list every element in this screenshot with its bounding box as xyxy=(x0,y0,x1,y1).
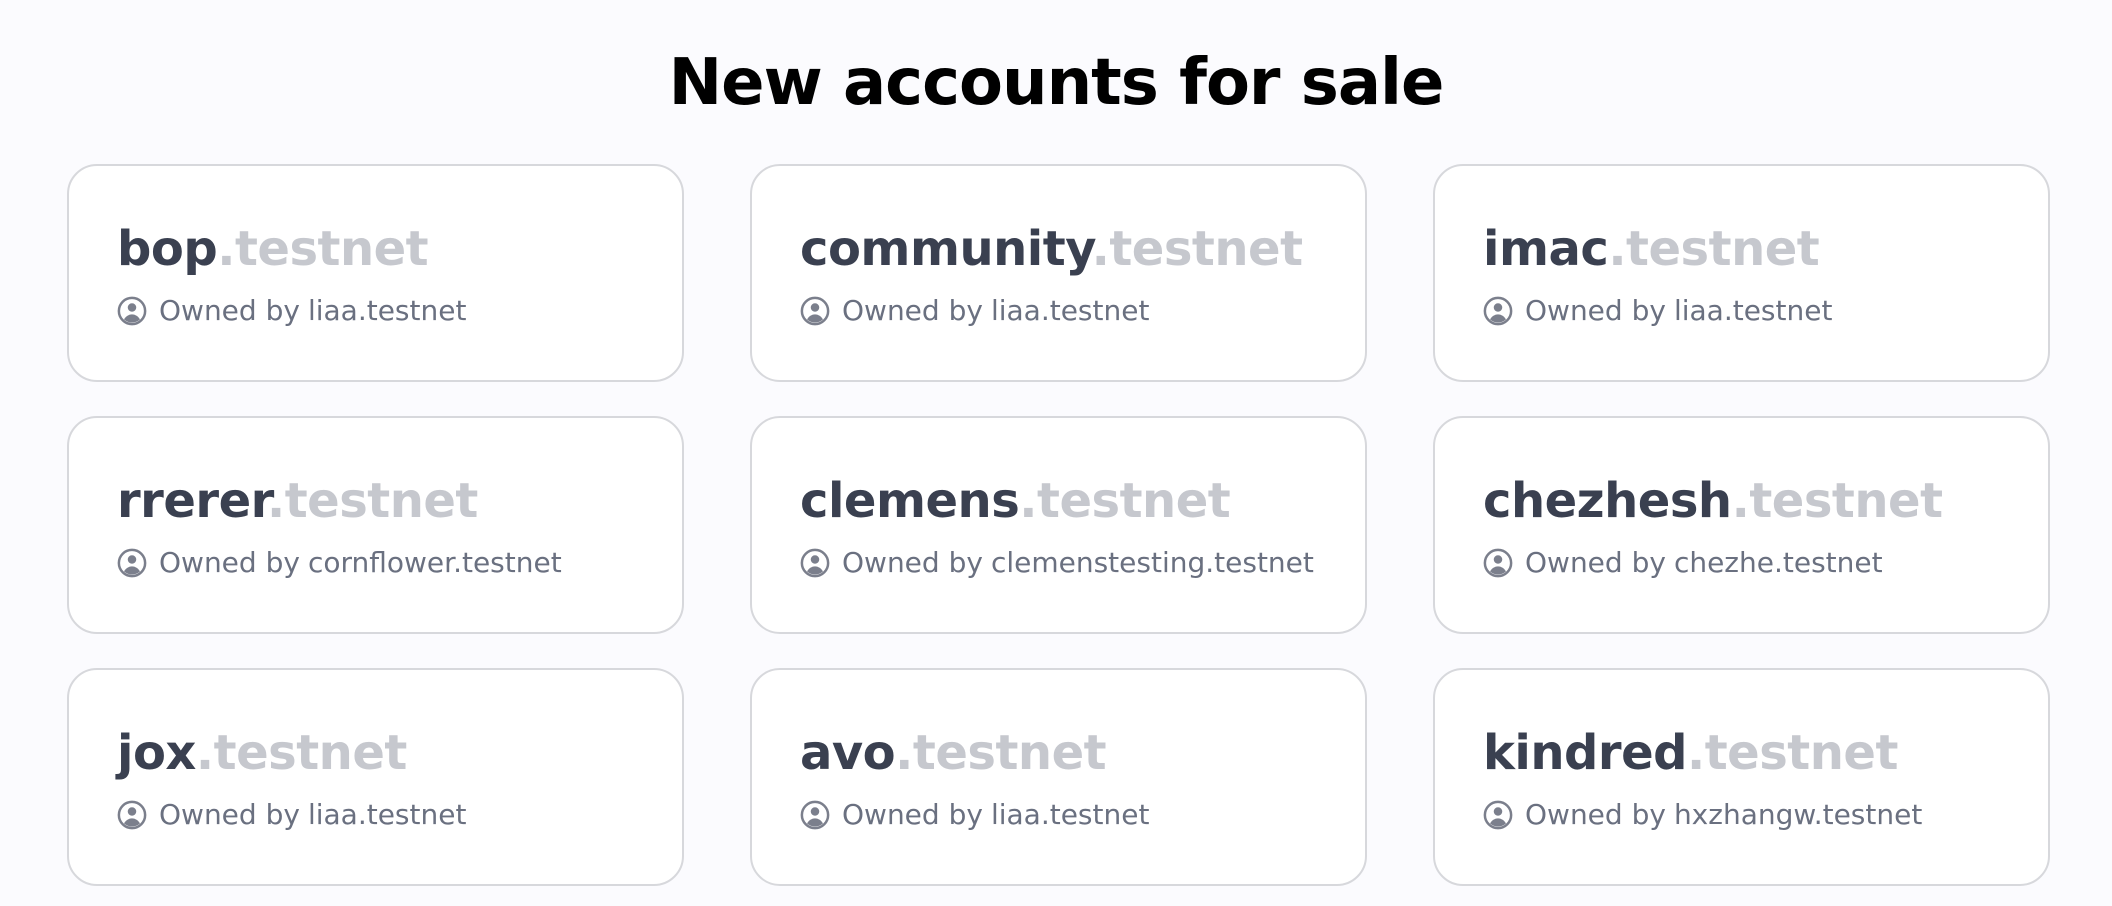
user-circle-icon xyxy=(1483,800,1513,830)
user-circle-icon xyxy=(117,548,147,578)
account-card-imac[interactable]: imac.testnet Owned by liaa.testnet xyxy=(1433,164,2050,382)
account-card-community[interactable]: community.testnet Owned by liaa.testnet xyxy=(750,164,1367,382)
account-name: rrerer.testnet xyxy=(117,472,634,530)
owner-label: Owned by xyxy=(1525,798,1666,831)
accounts-for-sale-page: New accounts for sale bop.testnet Owned … xyxy=(0,0,2112,906)
user-circle-icon xyxy=(1483,296,1513,326)
account-name-suffix: .testnet xyxy=(895,725,1107,781)
account-name: chezhesh.testnet xyxy=(1483,472,2000,530)
owner-name: liaa.testnet xyxy=(1673,294,1833,327)
account-name-suffix: .testnet xyxy=(217,221,429,277)
owner-name: liaa.testnet xyxy=(990,294,1150,327)
page-title: New accounts for sale xyxy=(668,46,1445,120)
account-name-suffix: .testnet xyxy=(1091,221,1303,277)
owner-name: liaa.testnet xyxy=(307,798,467,831)
account-card-rrerer[interactable]: rrerer.testnet Owned by cornflower.testn… xyxy=(67,416,684,634)
account-name-base: community xyxy=(800,221,1092,277)
account-card-bop[interactable]: bop.testnet Owned by liaa.testnet xyxy=(67,164,684,382)
owner-label: Owned by xyxy=(159,798,300,831)
owner-line: Owned by liaa.testnet xyxy=(1483,292,2000,330)
account-name: bop.testnet xyxy=(117,220,634,278)
owner-name: cornflower.testnet xyxy=(307,546,562,579)
owner-line: Owned by hxzhangw.testnet xyxy=(1483,796,2000,834)
account-name: avo.testnet xyxy=(800,724,1317,782)
account-card-chezhesh[interactable]: chezhesh.testnet Owned by chezhe.testnet xyxy=(1433,416,2050,634)
account-name: kindred.testnet xyxy=(1483,724,2000,782)
account-card-jox[interactable]: jox.testnet Owned by liaa.testnet xyxy=(67,668,684,886)
owner-line: Owned by liaa.testnet xyxy=(800,796,1317,834)
owner-label: Owned by xyxy=(842,294,983,327)
owner-name: liaa.testnet xyxy=(307,294,467,327)
accounts-grid: bop.testnet Owned by liaa.testnet commun… xyxy=(67,164,2050,886)
account-card-clemens[interactable]: clemens.testnet Owned by clemenstesting.… xyxy=(750,416,1367,634)
account-name-suffix: .testnet xyxy=(266,473,478,529)
owner-line: Owned by liaa.testnet xyxy=(117,292,634,330)
account-name-base: avo xyxy=(800,725,896,781)
account-name-base: imac xyxy=(1483,221,1609,277)
owner-name: liaa.testnet xyxy=(990,798,1150,831)
owner-line: Owned by cornflower.testnet xyxy=(117,544,634,582)
account-name-suffix: .testnet xyxy=(195,725,407,781)
account-name-base: clemens xyxy=(800,473,1020,529)
owner-label: Owned by xyxy=(842,798,983,831)
account-card-avo[interactable]: avo.testnet Owned by liaa.testnet xyxy=(750,668,1367,886)
user-circle-icon xyxy=(1483,548,1513,578)
account-name: imac.testnet xyxy=(1483,220,2000,278)
owner-name: chezhe.testnet xyxy=(1673,546,1883,579)
user-circle-icon xyxy=(800,800,830,830)
user-circle-icon xyxy=(800,296,830,326)
owner-line: Owned by liaa.testnet xyxy=(800,292,1317,330)
owner-label: Owned by xyxy=(1525,294,1666,327)
account-name-suffix: .testnet xyxy=(1019,473,1231,529)
user-circle-icon xyxy=(117,296,147,326)
user-circle-icon xyxy=(117,800,147,830)
owner-label: Owned by xyxy=(159,546,300,579)
owner-name: hxzhangw.testnet xyxy=(1673,798,1923,831)
account-name-suffix: .testnet xyxy=(1608,221,1820,277)
account-name: jox.testnet xyxy=(117,724,634,782)
account-name: clemens.testnet xyxy=(800,472,1317,530)
owner-name: clemenstesting.testnet xyxy=(990,546,1314,579)
account-name-base: bop xyxy=(117,221,218,277)
account-name: community.testnet xyxy=(800,220,1317,278)
owner-label: Owned by xyxy=(159,294,300,327)
account-name-base: chezhesh xyxy=(1483,473,1732,529)
owner-line: Owned by liaa.testnet xyxy=(117,796,634,834)
user-circle-icon xyxy=(800,548,830,578)
account-card-kindred[interactable]: kindred.testnet Owned by hxzhangw.testne… xyxy=(1433,668,2050,886)
account-name-base: jox xyxy=(117,725,196,781)
account-name-base: kindred xyxy=(1483,725,1688,781)
account-name-suffix: .testnet xyxy=(1687,725,1898,781)
account-name-suffix: .testnet xyxy=(1731,473,1943,529)
owner-line: Owned by chezhe.testnet xyxy=(1483,544,2000,582)
account-name-base: rrerer xyxy=(117,473,267,529)
owner-label: Owned by xyxy=(842,546,983,579)
owner-line: Owned by clemenstesting.testnet xyxy=(800,544,1317,582)
owner-label: Owned by xyxy=(1525,546,1666,579)
